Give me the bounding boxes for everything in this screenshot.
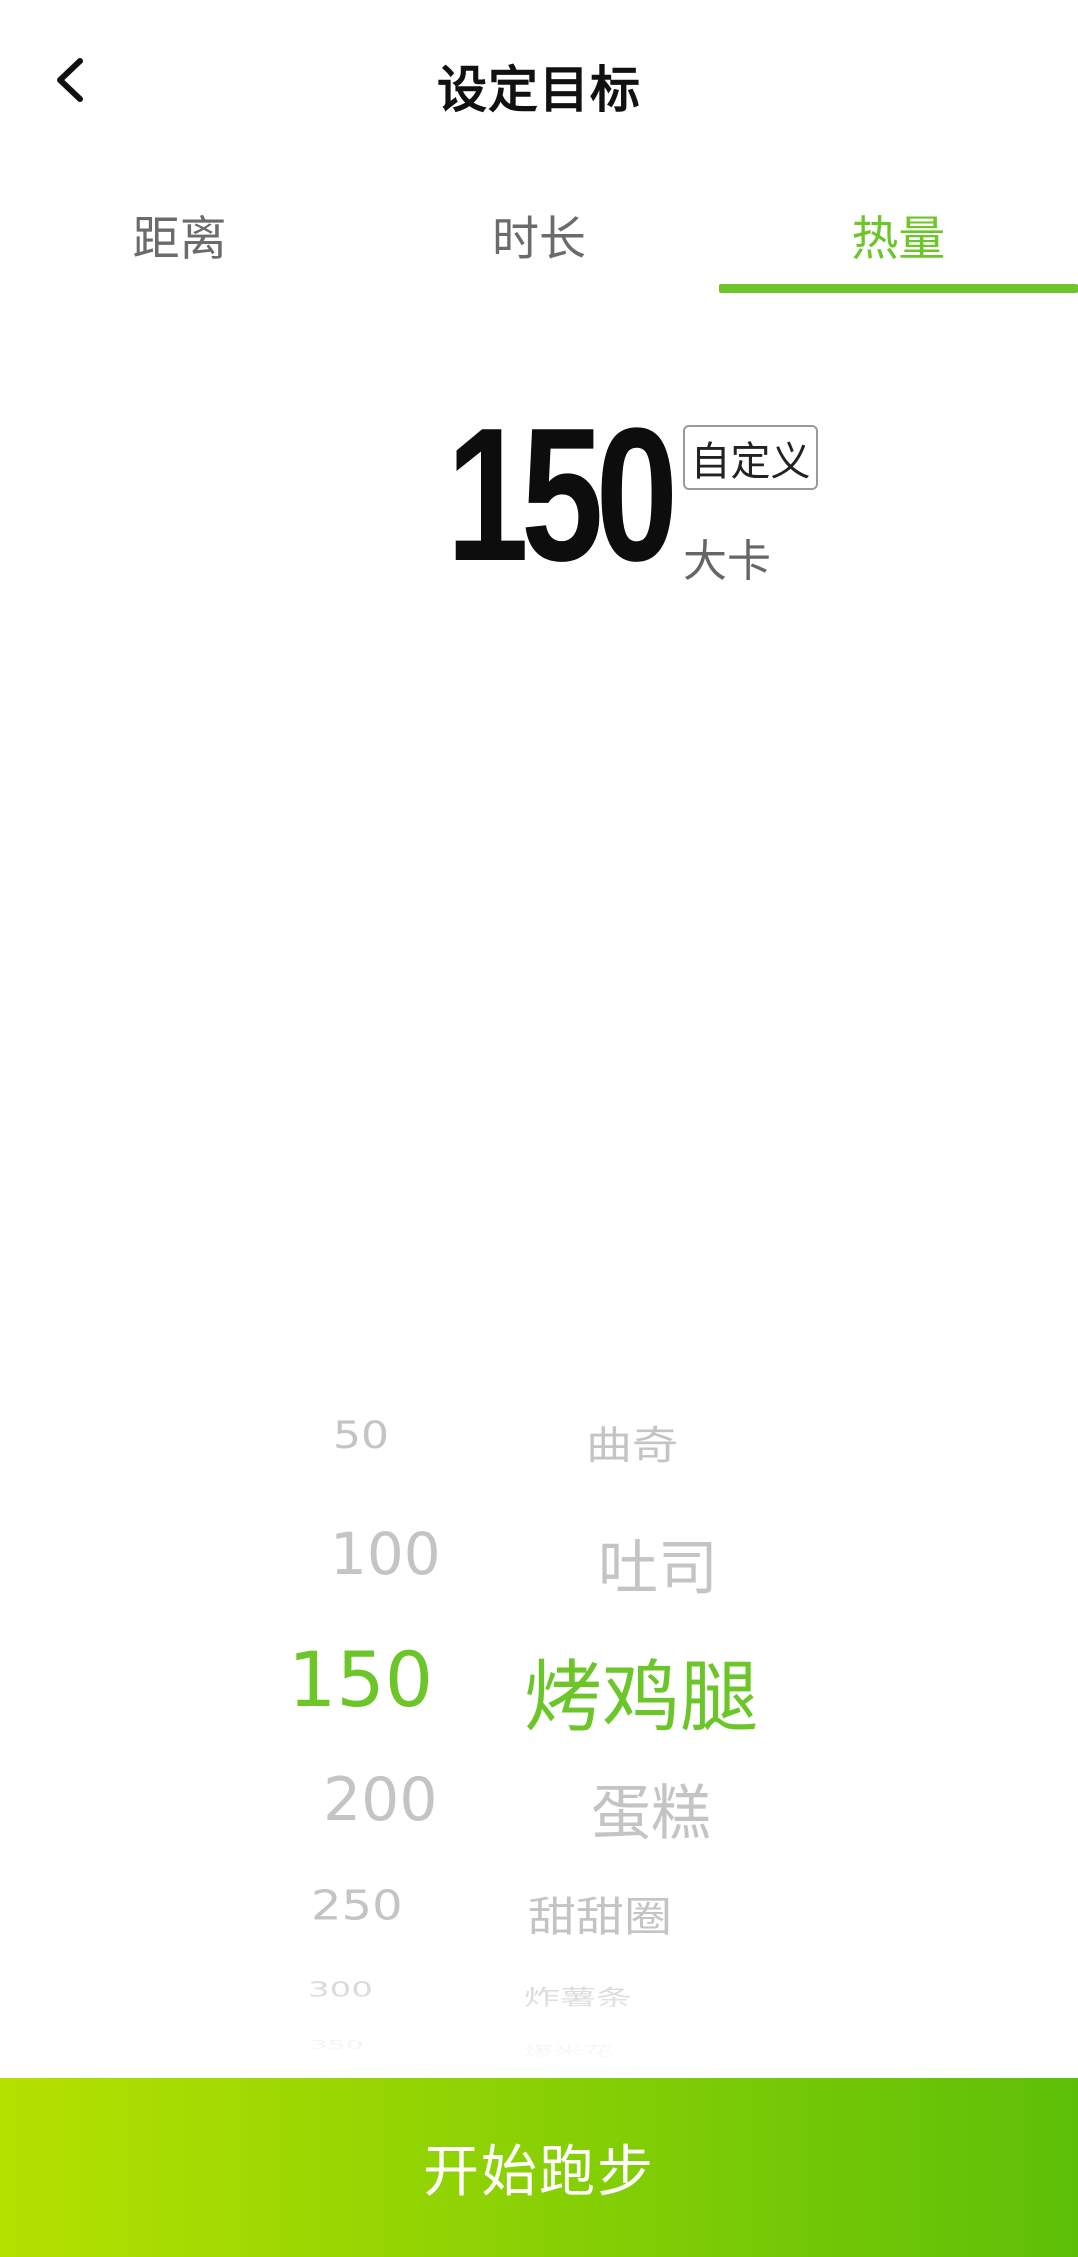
picker-food-name: 炸薯条 — [524, 1985, 633, 2011]
tab-label: 热量 — [851, 212, 946, 267]
picker-food-name: 烤鸡腿 — [524, 1653, 759, 1743]
picker-calorie-value: 100 — [330, 1520, 441, 1588]
custom-goal-button[interactable]: 自定义 — [683, 425, 818, 490]
tab-label: 距离 — [132, 212, 227, 267]
picker-calorie-value: 350 — [310, 2037, 364, 2052]
tab-label: 时长 — [491, 212, 586, 267]
goal-type-tabs: 距离 时长 热量 — [0, 190, 1078, 295]
picker-calorie-value: 50 — [333, 1413, 389, 1458]
picker-calorie-value: 300 — [308, 1978, 373, 2002]
picker-food-name: 甜甜圈 — [528, 1893, 673, 1942]
page-title: 设定目标 — [437, 61, 641, 119]
start-running-label: 开始跑步 — [423, 2140, 655, 2205]
calorie-picker-wheel[interactable]: 50 曲奇 100 吐司 150 烤鸡腿 200 蛋糕 250 甜甜圈 300 … — [0, 1380, 1078, 2060]
tab-duration[interactable]: 时长 — [359, 190, 718, 295]
goal-unit: 大卡 — [683, 536, 771, 587]
tab-calories[interactable]: 热量 — [718, 190, 1078, 295]
tab-distance[interactable]: 距离 — [0, 190, 359, 295]
picker-food-name: 蛋糕 — [591, 1779, 711, 1849]
picker-calorie-value: 200 — [323, 1765, 438, 1835]
picker-food-name: 曲奇 — [586, 1422, 678, 1469]
goal-value: 150 — [446, 389, 678, 601]
header-bar: 设定目标 — [0, 0, 1078, 165]
goal-display: 150 自定义 大卡 — [0, 395, 1078, 605]
picker-food-name: 吐司 — [598, 1534, 718, 1604]
picker-calorie-value: 250 — [311, 1882, 403, 1930]
active-tab-indicator — [718, 284, 1078, 293]
start-running-button[interactable]: 开始跑步 — [0, 2078, 1078, 2257]
picker-food-name: 爆米花 — [524, 2043, 614, 2060]
picker-calorie-value: 150 — [288, 1635, 434, 1724]
